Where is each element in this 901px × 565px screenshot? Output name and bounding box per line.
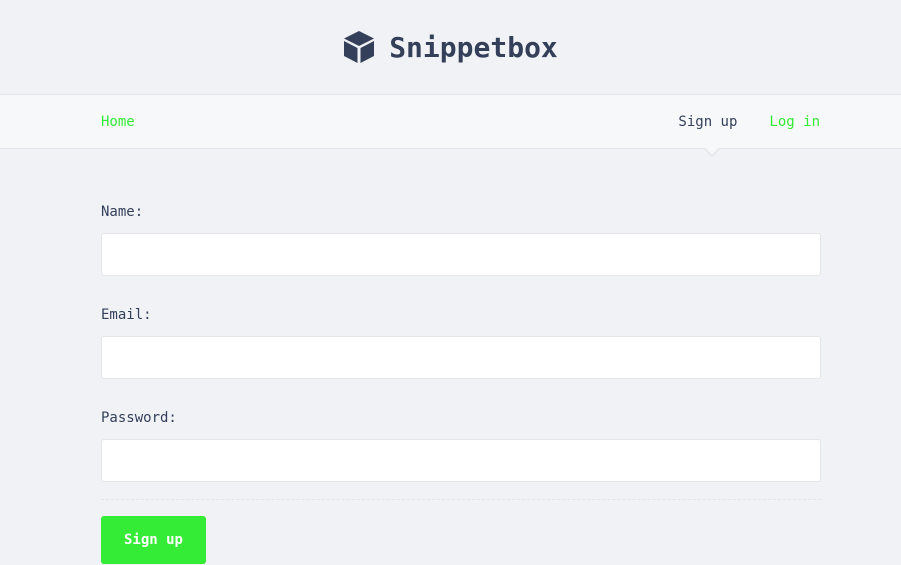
name-label: Name: (101, 204, 144, 220)
nav-right-group: Sign up Log in (678, 114, 820, 130)
site-title: Snippetbox (389, 30, 558, 64)
cube-icon (343, 30, 375, 64)
signup-submit-button[interactable]: Sign up (101, 516, 206, 564)
nav-login-link[interactable]: Log in (769, 114, 820, 130)
nav-container: Home Sign up Log in (101, 95, 820, 148)
brand-link[interactable]: Snippetbox (343, 30, 558, 64)
signup-form: Name: Email: Password: Sign up (101, 149, 821, 564)
main-content: Name: Email: Password: Sign up (0, 149, 901, 564)
nav-home-link[interactable]: Home (101, 114, 135, 130)
email-label: Email: (101, 307, 152, 323)
password-label: Password: (101, 410, 177, 426)
site-header: Snippetbox (0, 0, 901, 94)
nav-signup-link[interactable]: Sign up (678, 114, 737, 130)
main-navbar: Home Sign up Log in (0, 94, 901, 157)
form-divider (101, 499, 821, 500)
password-field[interactable] (101, 439, 821, 482)
name-field[interactable] (101, 233, 821, 276)
email-field[interactable] (101, 336, 821, 379)
